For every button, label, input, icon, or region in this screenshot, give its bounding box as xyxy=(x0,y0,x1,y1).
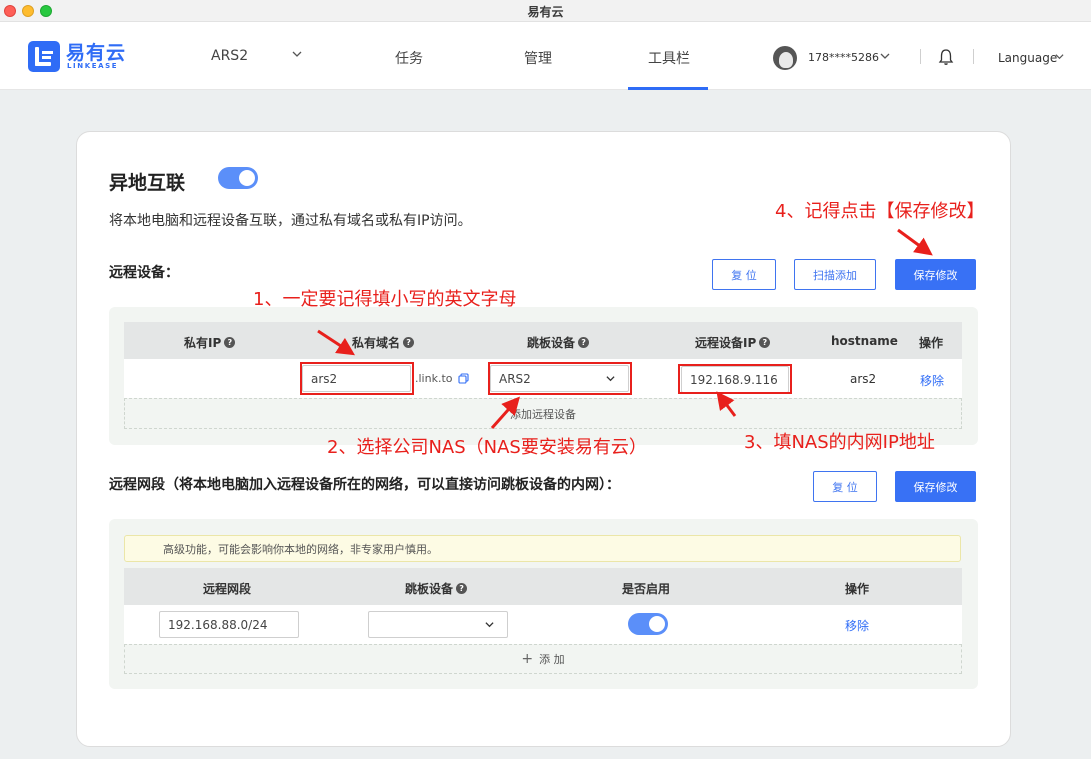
language-select[interactable]: Language xyxy=(998,51,1057,65)
help-icon[interactable]: ? xyxy=(403,337,415,348)
help-icon[interactable]: ? xyxy=(224,337,236,348)
remove-link[interactable]: 移除 xyxy=(845,617,869,634)
divider xyxy=(920,49,921,64)
col-jump-device: 跳板设备? xyxy=(405,580,468,597)
divider xyxy=(973,49,974,64)
chevron-down-icon[interactable] xyxy=(485,620,494,629)
copy-icon[interactable] xyxy=(458,373,469,384)
col-action: 操作 xyxy=(845,582,870,596)
chevron-down-icon[interactable] xyxy=(292,49,302,59)
window-title: 易有云 xyxy=(527,5,564,19)
user-phone[interactable]: 178****5286 xyxy=(808,51,879,64)
domain-suffix: .link.to xyxy=(415,372,453,385)
bell-icon[interactable] xyxy=(938,48,954,66)
col-hostname: hostname xyxy=(831,334,898,348)
page-title: 异地互联 xyxy=(109,172,186,194)
help-icon[interactable]: ? xyxy=(456,583,468,594)
col-action: 操作 xyxy=(919,336,944,350)
page-description: 将本地电脑和远程设备互联，通过私有域名或私有IP访问。 xyxy=(109,213,472,229)
logo-icon xyxy=(28,41,60,72)
annotation-4: 4、记得点击【保存修改】 xyxy=(775,201,985,222)
annotation-box-remote-ip xyxy=(678,364,792,394)
help-icon[interactable]: ? xyxy=(578,337,590,348)
hostname-value: ars2 xyxy=(850,372,877,386)
window-titlebar: 易有云 xyxy=(0,0,1091,22)
annotation-1: 1、一定要记得填小写的英文字母 xyxy=(253,289,517,310)
segment-input[interactable]: 192.168.88.0/24 xyxy=(159,611,299,638)
remove-link[interactable]: 移除 xyxy=(920,372,944,389)
save-button[interactable]: 保存修改 xyxy=(895,259,976,290)
scan-add-button[interactable]: 扫描添加 xyxy=(794,259,876,290)
segment-enabled-toggle[interactable] xyxy=(628,613,668,635)
add-remote-device-button[interactable]: 添加远程设备 xyxy=(124,398,962,429)
remote-link-toggle[interactable] xyxy=(218,167,258,189)
nav-active-indicator xyxy=(628,87,708,90)
avatar[interactable] xyxy=(773,46,797,70)
help-icon[interactable]: ? xyxy=(759,337,771,348)
annotation-3: 3、填NAS的内网IP地址 xyxy=(744,432,935,453)
col-segment: 远程网段 xyxy=(203,582,252,596)
add-segment-button[interactable]: + 添 加 xyxy=(124,644,962,674)
save-button[interactable]: 保存修改 xyxy=(895,471,976,502)
col-private-ip: 私有IP? xyxy=(184,334,236,351)
annotation-box-jump-device xyxy=(488,362,632,395)
warning-notice: 高级功能，可能会影响你本地的网络，非专家用户慎用。 xyxy=(124,535,961,562)
col-remote-ip: 远程设备IP? xyxy=(695,334,771,351)
app-header: 易有云 LINKEASE ARS2 任务 管理 工具栏 178****5286 … xyxy=(0,22,1091,90)
reset-button[interactable]: 复 位 xyxy=(712,259,776,290)
plus-icon: + xyxy=(521,651,534,667)
nav-manage[interactable]: 管理 xyxy=(524,48,552,68)
remote-segment-title: 远程网段（将本地电脑加入远程设备所在的网络，可以直接访问跳板设备的内网）： xyxy=(109,477,620,493)
logo-subtitle: LINKEASE xyxy=(67,62,119,70)
nav-toolbar[interactable]: 工具栏 xyxy=(648,48,690,68)
annotation-2: 2、选择公司NAS（NAS要安装易有云） xyxy=(327,437,647,458)
nav-device-select[interactable]: ARS2 xyxy=(211,48,248,64)
chevron-down-icon[interactable] xyxy=(880,51,890,61)
col-enabled: 是否启用 xyxy=(622,582,671,596)
col-jump-device: 跳板设备? xyxy=(527,334,590,351)
nav-tasks[interactable]: 任务 xyxy=(395,48,423,68)
chevron-down-icon[interactable] xyxy=(1055,52,1064,61)
logo-name: 易有云 xyxy=(66,42,127,64)
col-private-domain: 私有域名? xyxy=(352,334,415,351)
reset-button[interactable]: 复 位 xyxy=(813,471,877,502)
annotation-box-domain xyxy=(300,362,414,395)
remote-devices-title: 远程设备： xyxy=(109,265,179,281)
